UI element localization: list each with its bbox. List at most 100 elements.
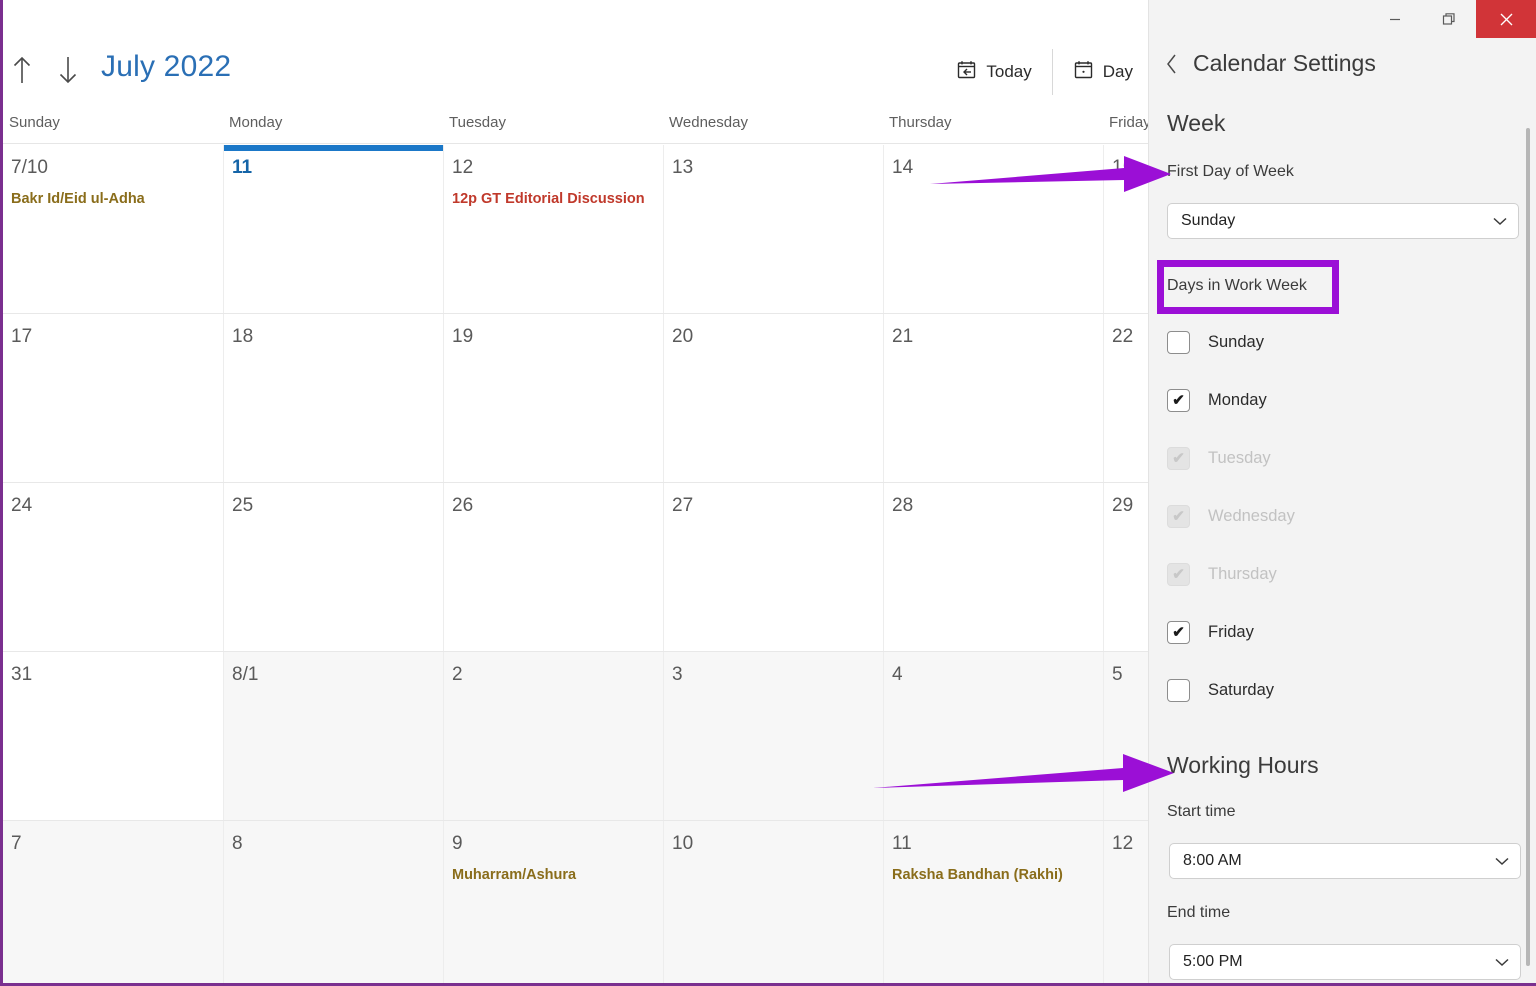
work-week-day-label: Monday <box>1208 391 1267 409</box>
calendar-settings-panel: Calendar Settings Week First Day of Week… <box>1148 0 1536 983</box>
calendar-week-row: 24 25 26 27 28 29 <box>3 483 1151 652</box>
week-section-heading: Week <box>1167 110 1226 136</box>
day-number: 28 <box>892 495 914 516</box>
work-week-day-label: Sunday <box>1208 333 1264 351</box>
checkbox-icon[interactable] <box>1167 679 1190 702</box>
day-of-week-sunday: Sunday <box>9 114 60 131</box>
checkbox-icon[interactable]: ✔ <box>1167 621 1190 644</box>
calendar-week-row: 7/10 Bakr Id/Eid ul-Adha 11 12 12p GT Editor… <box>3 145 1151 314</box>
work-week-day-thursday[interactable]: ✔ Thursday <box>1167 563 1277 586</box>
calendar-day-cell[interactable]: 31 <box>3 652 223 820</box>
work-week-day-saturday[interactable]: Saturday <box>1167 679 1274 702</box>
day-number: 11 <box>892 833 912 854</box>
previous-month-button[interactable] <box>5 48 39 92</box>
checkbox-icon[interactable] <box>1167 331 1190 354</box>
calendar-day-cell[interactable]: 22 <box>1103 314 1151 482</box>
day-number: 15 <box>1112 157 1134 178</box>
calendar-day-cell[interactable]: 26 <box>443 483 663 651</box>
day-of-week-wednesday: Wednesday <box>669 114 748 131</box>
minimize-button[interactable] <box>1368 0 1422 38</box>
today-button[interactable]: Today <box>938 46 1049 98</box>
work-week-day-friday[interactable]: ✔ Friday <box>1167 621 1254 644</box>
work-week-day-label: Friday <box>1208 623 1254 641</box>
calendar-day-cell[interactable]: 8 <box>223 821 443 983</box>
calendar-day-cell[interactable]: 9 Muharram/Ashura <box>443 821 663 983</box>
work-week-day-monday[interactable]: ✔ Monday <box>1167 389 1267 412</box>
next-month-button[interactable] <box>51 48 85 92</box>
calendar-day-cell[interactable]: 4 <box>883 652 1103 820</box>
calendar-day-cell[interactable]: 14 <box>883 145 1103 313</box>
calendar-day-cell[interactable]: 15 <box>1103 145 1151 313</box>
work-week-day-wednesday[interactable]: ✔ Wednesday <box>1167 505 1295 528</box>
calendar-day-cell[interactable]: 11 Raksha Bandhan (Rakhi) <box>883 821 1103 983</box>
start-time-value: 8:00 AM <box>1183 852 1242 869</box>
day-number: 14 <box>892 157 914 178</box>
end-time-select[interactable]: 5:00 PM <box>1169 944 1521 980</box>
calendar-event[interactable]: Raksha Bandhan (Rakhi) <box>892 867 1063 883</box>
calendar-day-cell[interactable]: 5 <box>1103 652 1151 820</box>
calendar-day-cell[interactable]: 3 <box>663 652 883 820</box>
settings-scrollbar[interactable] <box>1526 128 1530 966</box>
calendar-day-cell[interactable]: 27 <box>663 483 883 651</box>
checkbox-icon[interactable]: ✔ <box>1167 563 1190 586</box>
calendar-day-cell[interactable]: 28 <box>883 483 1103 651</box>
work-week-day-label: Thursday <box>1208 565 1277 583</box>
calendar-day-cell[interactable]: 8/1 <box>223 652 443 820</box>
start-time-select[interactable]: 8:00 AM <box>1169 843 1521 879</box>
calendar-day-cell[interactable]: 2 <box>443 652 663 820</box>
settings-title: Calendar Settings <box>1193 50 1376 76</box>
chevron-down-icon <box>1493 217 1507 226</box>
work-week-day-sunday[interactable]: Sunday <box>1167 331 1264 354</box>
work-week-day-tuesday[interactable]: ✔ Tuesday <box>1167 447 1271 470</box>
calendar-day-cell[interactable]: 17 <box>3 314 223 482</box>
window-controls <box>1368 0 1536 38</box>
calendar-day-cell[interactable]: 7/10 Bakr Id/Eid ul-Adha <box>3 145 223 313</box>
calendar-day-cell[interactable]: 20 <box>663 314 883 482</box>
first-day-of-week-label: First Day of Week <box>1167 163 1294 180</box>
page-title[interactable]: July 2022 <box>101 50 231 84</box>
calendar-day-cell[interactable]: 7 <box>3 821 223 983</box>
day-number: 12 <box>452 157 474 178</box>
calendar-day-cell[interactable]: 18 <box>223 314 443 482</box>
calendar-day-cell[interactable]: 21 <box>883 314 1103 482</box>
app-window: July 2022 Today Day Sunday Monday Tuesda… <box>0 0 1536 986</box>
calendar-week-row: 7 8 9 Muharram/Ashura 10 11 Raksha Bandhan (Ra… <box>3 821 1151 983</box>
working-hours-heading: Working Hours <box>1167 752 1319 778</box>
day-number: 13 <box>672 157 694 178</box>
day-number: 12 <box>1112 833 1134 854</box>
day-of-week-tuesday: Tuesday <box>449 114 506 131</box>
calendar-day-cell[interactable]: 12 <box>1103 821 1151 983</box>
checkbox-icon[interactable]: ✔ <box>1167 447 1190 470</box>
calendar-day-cell[interactable]: 13 <box>663 145 883 313</box>
chevron-left-icon[interactable] <box>1165 53 1179 75</box>
checkbox-icon[interactable]: ✔ <box>1167 389 1190 412</box>
calendar-week-row: 17 18 19 20 21 22 <box>3 314 1151 483</box>
calendar-day-cell[interactable]: 10 <box>663 821 883 983</box>
restore-button[interactable] <box>1422 0 1476 38</box>
day-view-button[interactable]: Day <box>1055 46 1151 98</box>
calendar-day-cell[interactable]: 12 12p GT Editorial Discussion <box>443 145 663 313</box>
work-week-day-label: Wednesday <box>1208 507 1295 525</box>
first-day-of-week-select[interactable]: Sunday <box>1167 203 1519 239</box>
calendar-grid: 7/10 Bakr Id/Eid ul-Adha 11 12 12p GT Editor… <box>3 145 1151 983</box>
calendar-day-icon <box>1073 59 1094 85</box>
checkbox-icon[interactable]: ✔ <box>1167 505 1190 528</box>
day-of-week-header: Sunday Monday Tuesday Wednesday Thursday Frid… <box>3 108 1151 144</box>
calendar-day-cell[interactable]: 25 <box>223 483 443 651</box>
end-time-label: End time <box>1167 904 1231 921</box>
close-button[interactable] <box>1476 0 1536 38</box>
day-number: 8 <box>232 833 243 854</box>
calendar-day-cell[interactable]: 24 <box>3 483 223 651</box>
calendar-today-icon <box>956 59 977 85</box>
calendar-event[interactable]: 12p GT Editorial Discussion <box>452 191 645 207</box>
calendar-day-cell[interactable]: 29 <box>1103 483 1151 651</box>
calendar-event[interactable]: Muharram/Ashura <box>452 867 576 883</box>
day-number: 25 <box>232 495 254 516</box>
day-of-week-friday: Friday <box>1109 114 1151 131</box>
calendar-event[interactable]: Bakr Id/Eid ul-Adha <box>11 191 145 207</box>
calendar-day-cell[interactable]: 11 <box>223 145 444 313</box>
calendar-day-cell[interactable]: 19 <box>443 314 663 482</box>
day-number: 8/1 <box>232 664 259 685</box>
end-time-value: 5:00 PM <box>1183 953 1243 970</box>
day-number: 31 <box>11 664 33 685</box>
